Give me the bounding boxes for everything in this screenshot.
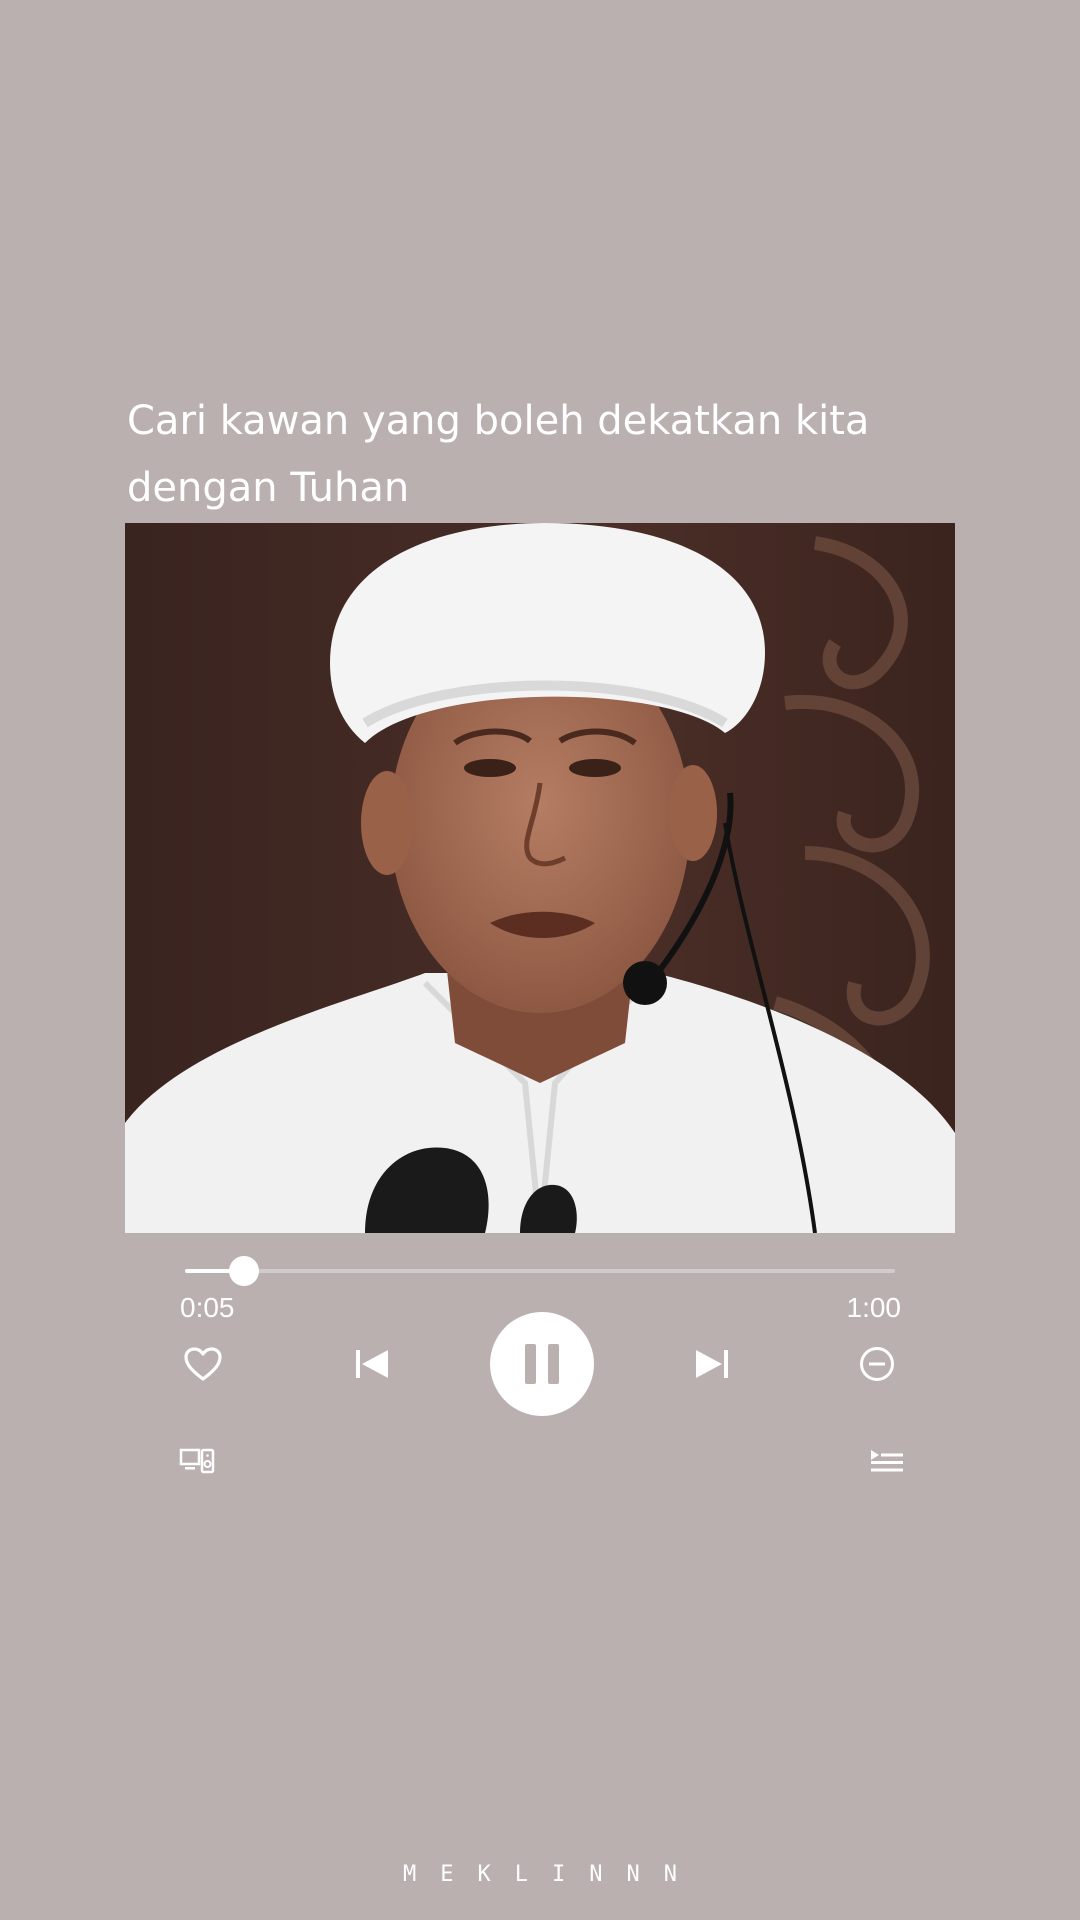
devices-button[interactable]	[178, 1446, 216, 1476]
current-time: 0:05	[180, 1292, 235, 1323]
remove-button[interactable]	[857, 1345, 897, 1383]
like-button[interactable]	[180, 1343, 226, 1385]
watermark: MEKLINNN	[403, 1862, 701, 1887]
video-frame	[125, 523, 955, 1233]
total-time: 1:00	[846, 1292, 902, 1323]
progress-bar[interactable]	[185, 1256, 895, 1286]
previous-button[interactable]	[352, 1345, 392, 1383]
minus-circle-icon	[860, 1347, 894, 1381]
devices-icon	[179, 1448, 215, 1474]
caption-line-1: Cari kawan yang boleh dekatkan kita	[127, 398, 870, 444]
queue-icon	[871, 1450, 903, 1472]
next-button[interactable]	[692, 1345, 732, 1383]
queue-button[interactable]	[868, 1446, 906, 1476]
heart-icon	[184, 1347, 222, 1381]
speaker-illustration	[125, 523, 955, 1233]
skip-next-icon	[696, 1350, 728, 1378]
pause-button[interactable]	[490, 1312, 594, 1416]
caption-line-2: dengan Tuhan	[127, 465, 410, 511]
pause-icon-bar-left	[525, 1344, 536, 1384]
caption: Cari kawan yang boleh dekatkan kita deng…	[127, 388, 927, 522]
progress-thumb[interactable]	[229, 1256, 260, 1286]
pause-icon-bar-right	[548, 1344, 559, 1384]
skip-previous-icon	[356, 1350, 388, 1378]
